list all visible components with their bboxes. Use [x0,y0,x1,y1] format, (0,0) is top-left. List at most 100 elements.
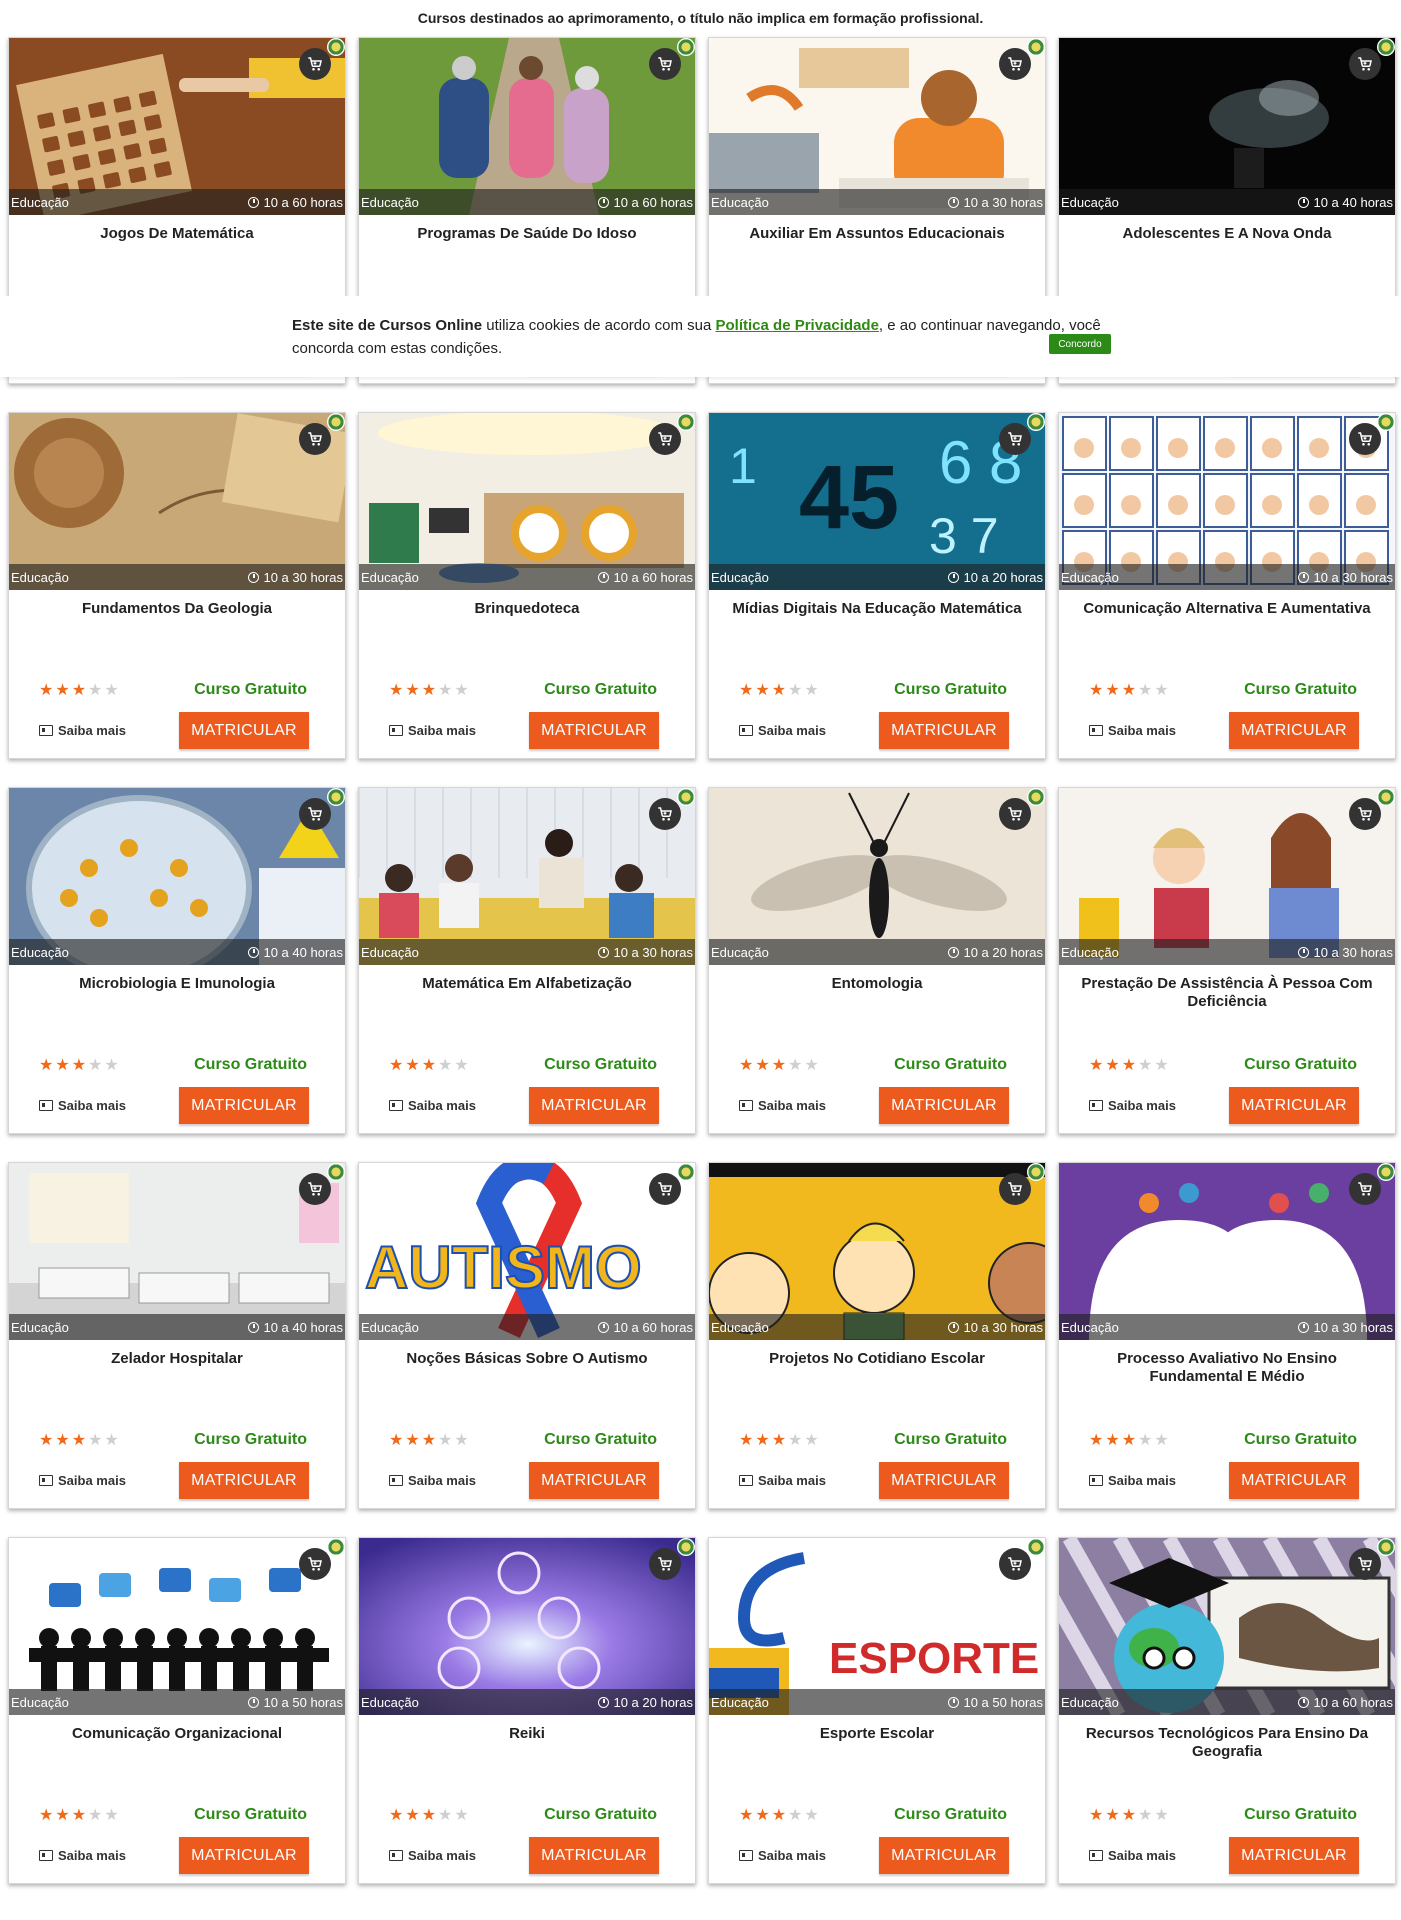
cart-icon[interactable] [1349,1173,1381,1205]
cart-icon[interactable] [299,798,331,830]
course-card[interactable]: Educação 10 a 30 horas Fundamentos Da Ge… [8,412,346,759]
course-title[interactable]: Zelador Hospitalar [9,1340,345,1428]
course-card[interactable]: Educação 10 a 30 horas Prestação De Assi… [1058,787,1396,1134]
cart-icon[interactable] [299,48,331,80]
course-card[interactable]: Educação 10 a 20 horas Entomologia ★★★★★… [708,787,1046,1134]
course-thumbnail[interactable]: Educação 10 a 30 horas [709,38,1045,215]
course-card[interactable]: Educação 10 a 60 horas Recursos Tecnológ… [1058,1537,1396,1884]
course-title[interactable]: Matemática Em Alfabetização [359,965,695,1053]
cart-icon[interactable] [999,48,1031,80]
course-title[interactable]: Brinquedoteca [359,590,695,678]
course-thumbnail[interactable]: Educação 10 a 40 horas [9,1163,345,1340]
cart-icon[interactable] [299,1548,331,1580]
course-title[interactable]: Jogos De Matemática [9,215,345,303]
cart-icon[interactable] [1349,48,1381,80]
course-thumbnail[interactable]: Educação 10 a 60 horas [9,38,345,215]
course-card[interactable]: ESPORTE NA ESCOLA Educação 10 a 50 horas… [708,1537,1046,1884]
cookie-accept-button[interactable]: Concordo [1049,334,1111,354]
course-card[interactable]: Educação 10 a 30 horas Comunicação Alter… [1058,412,1396,759]
course-thumbnail[interactable]: AUTISMO Educação 10 a 60 horas [359,1163,695,1340]
course-card[interactable]: Educação 10 a 50 horas Comunicação Organ… [8,1537,346,1884]
course-thumbnail[interactable]: Educação 10 a 50 horas [9,1538,345,1715]
more-info-link[interactable]: Saiba mais [389,1098,476,1113]
course-title[interactable]: Noções Básicas Sobre O Autismo [359,1340,695,1428]
cart-icon[interactable] [649,423,681,455]
course-title[interactable]: Mídias Digitais Na Educação Matemática [709,590,1045,678]
course-title[interactable]: Comunicação Alternativa E Aumentativa [1059,590,1395,678]
cart-icon[interactable] [1349,1548,1381,1580]
enroll-button[interactable]: MATRICULAR [179,712,309,749]
course-thumbnail[interactable]: Educação 10 a 30 horas [359,788,695,965]
more-info-link[interactable]: Saiba mais [39,723,126,738]
course-card[interactable]: Educação 10 a 40 horas Microbiologia E I… [8,787,346,1134]
enroll-button[interactable]: MATRICULAR [1229,1087,1359,1124]
course-thumbnail[interactable]: Educação 10 a 20 horas [709,788,1045,965]
cart-icon[interactable] [299,423,331,455]
enroll-button[interactable]: MATRICULAR [879,712,1009,749]
course-card[interactable]: Educação 10 a 60 horas Brinquedoteca ★★★… [358,412,696,759]
course-title[interactable]: Entomologia [709,965,1045,1053]
more-info-link[interactable]: Saiba mais [389,1848,476,1863]
course-thumbnail[interactable]: Educação 10 a 30 horas [709,1163,1045,1340]
course-card[interactable]: 45 1 6 83 7 Educação 10 a 20 horas Mídias … [708,412,1046,759]
cart-icon[interactable] [999,798,1031,830]
more-info-link[interactable]: Saiba mais [389,723,476,738]
more-info-link[interactable]: Saiba mais [39,1098,126,1113]
more-info-link[interactable]: Saiba mais [739,723,826,738]
enroll-button[interactable]: MATRICULAR [879,1837,1009,1874]
enroll-button[interactable]: MATRICULAR [529,712,659,749]
course-card[interactable]: AUTISMO Educação 10 a 60 horas Noções Bá… [358,1162,696,1509]
enroll-button[interactable]: MATRICULAR [1229,1837,1359,1874]
course-title[interactable]: Reiki [359,1715,695,1803]
course-card[interactable]: Educação 10 a 30 horas Processo Avaliati… [1058,1162,1396,1509]
enroll-button[interactable]: MATRICULAR [879,1462,1009,1499]
privacy-policy-link[interactable]: Política de Privacidade [716,317,879,334]
course-thumbnail[interactable]: Educação 10 a 60 horas [359,38,695,215]
more-info-link[interactable]: Saiba mais [389,1473,476,1488]
more-info-link[interactable]: Saiba mais [39,1848,126,1863]
more-info-link[interactable]: Saiba mais [39,1473,126,1488]
course-thumbnail[interactable]: Educação 10 a 40 horas [9,788,345,965]
cart-icon[interactable] [299,1173,331,1205]
course-title[interactable]: Adolescentes E A Nova Onda [1059,215,1395,303]
cart-icon[interactable] [649,1548,681,1580]
course-title[interactable]: Recursos Tecnológicos Para Ensino Da Geo… [1059,1715,1395,1803]
cart-icon[interactable] [1349,798,1381,830]
enroll-button[interactable]: MATRICULAR [179,1462,309,1499]
course-card[interactable]: Educação 10 a 40 horas Zelador Hospitala… [8,1162,346,1509]
course-card[interactable]: Educação 10 a 20 horas Reiki ★★★★★ Curso… [358,1537,696,1884]
course-title[interactable]: Auxiliar Em Assuntos Educacionais [709,215,1045,303]
cart-icon[interactable] [999,1173,1031,1205]
course-title[interactable]: Projetos No Cotidiano Escolar [709,1340,1045,1428]
enroll-button[interactable]: MATRICULAR [1229,712,1359,749]
more-info-link[interactable]: Saiba mais [1089,723,1176,738]
enroll-button[interactable]: MATRICULAR [529,1837,659,1874]
enroll-button[interactable]: MATRICULAR [529,1462,659,1499]
cart-icon[interactable] [1349,423,1381,455]
enroll-button[interactable]: MATRICULAR [879,1087,1009,1124]
course-title[interactable]: Prestação De Assistência À Pessoa Com De… [1059,965,1395,1053]
cart-icon[interactable] [999,423,1031,455]
more-info-link[interactable]: Saiba mais [1089,1848,1176,1863]
cart-icon[interactable] [649,1173,681,1205]
more-info-link[interactable]: Saiba mais [1089,1473,1176,1488]
cart-icon[interactable] [649,798,681,830]
course-card[interactable]: Educação 10 a 30 horas Projetos No Cotid… [708,1162,1046,1509]
enroll-button[interactable]: MATRICULAR [179,1087,309,1124]
more-info-link[interactable]: Saiba mais [739,1473,826,1488]
more-info-link[interactable]: Saiba mais [1089,1098,1176,1113]
enroll-button[interactable]: MATRICULAR [1229,1462,1359,1499]
course-title[interactable]: Processo Avaliativo No Ensino Fundamenta… [1059,1340,1395,1428]
course-card[interactable]: Educação 10 a 30 horas Matemática Em Alf… [358,787,696,1134]
course-thumbnail[interactable]: ESPORTE NA ESCOLA Educação 10 a 50 horas [709,1538,1045,1715]
cart-icon[interactable] [999,1548,1031,1580]
enroll-button[interactable]: MATRICULAR [179,1837,309,1874]
course-thumbnail[interactable]: Educação 10 a 30 horas [9,413,345,590]
more-info-link[interactable]: Saiba mais [739,1098,826,1113]
cart-icon[interactable] [649,48,681,80]
course-thumbnail[interactable]: Educação 10 a 30 horas [1059,1163,1395,1340]
course-thumbnail[interactable]: Educação 10 a 60 horas [359,413,695,590]
course-thumbnail[interactable]: Educação 10 a 30 horas [1059,413,1395,590]
course-thumbnail[interactable]: 45 1 6 83 7 Educação 10 a 20 horas [709,413,1045,590]
course-thumbnail[interactable]: Educação 10 a 40 horas [1059,38,1395,215]
